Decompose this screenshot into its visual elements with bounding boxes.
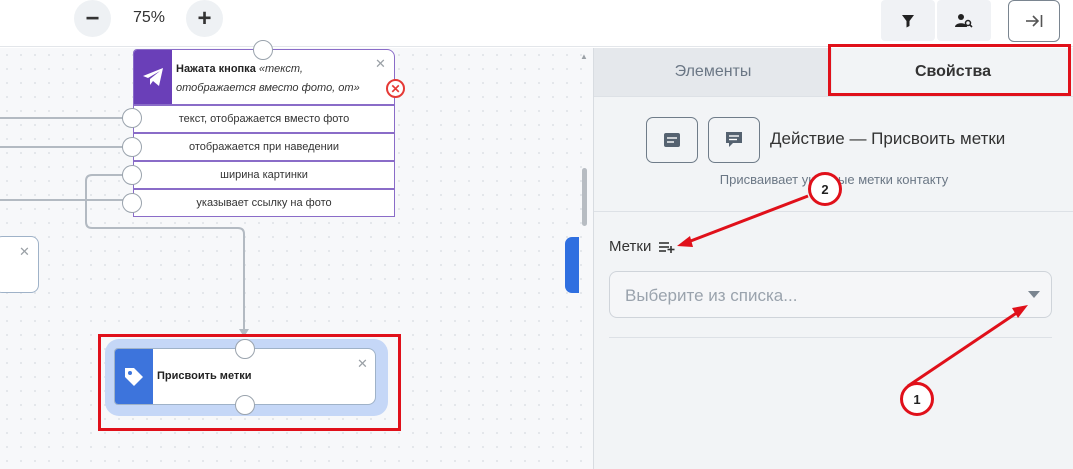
annotation-marker-2: 2 (808, 172, 842, 206)
annotation-marker-1: 1 (900, 382, 934, 416)
